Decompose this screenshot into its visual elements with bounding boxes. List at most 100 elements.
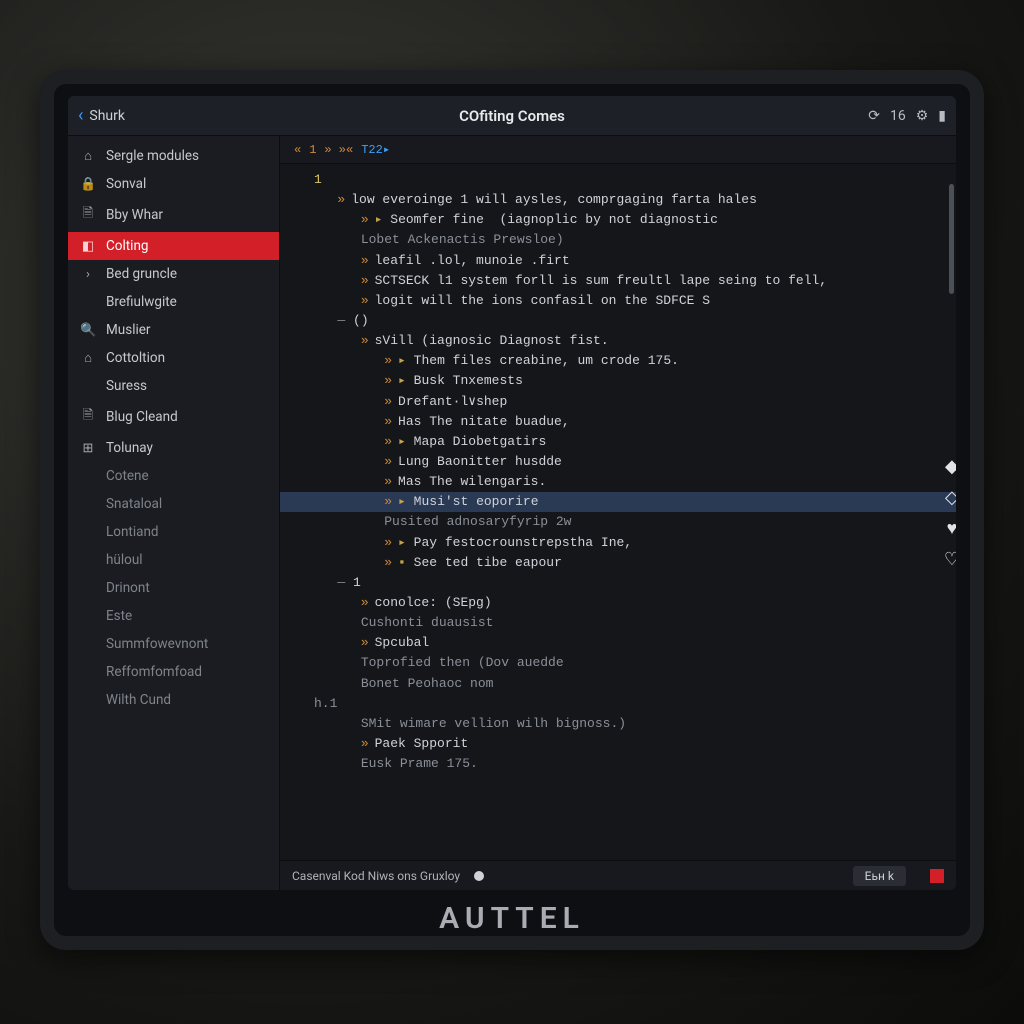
code-line[interactable]: h.1	[280, 694, 956, 714]
code-line[interactable]: »leafil .lol, munoie .firt	[280, 251, 956, 271]
sidebar-item[interactable]: Este	[68, 602, 279, 630]
code-line[interactable]: »Drefant·l∨shep	[280, 392, 956, 412]
sidebar-item[interactable]: Snataloal	[68, 490, 279, 518]
code-line[interactable]: »▸ Pay festocrounstrepstha Ine,	[280, 533, 956, 553]
code-line[interactable]: — 1	[280, 573, 956, 593]
scrollbar-thumb[interactable]	[949, 184, 954, 294]
sync-icon[interactable]: ⟳	[868, 108, 880, 124]
code-line[interactable]: »▸ Them files creabine, um crode 175.	[280, 351, 956, 371]
sidebar-item[interactable]: Reffomfomfoad	[68, 658, 279, 686]
status-dot-icon	[474, 871, 484, 881]
sidebar-item-label: Tolunay	[106, 440, 153, 456]
side-action-icon[interactable]: ◇	[944, 487, 956, 508]
sidebar-item[interactable]: Wilth Cund	[68, 686, 279, 714]
code-line[interactable]: »sVill (iagnosic Diagnost fist.	[280, 331, 956, 351]
code-line[interactable]: — ()	[280, 311, 956, 331]
device-brand: AUTTEL	[40, 901, 984, 936]
sidebar[interactable]: ⌂Sergle modules 🔒 Sonval 🗎Bby Whar ◧ Colting ›…	[68, 136, 280, 890]
status-button[interactable]: Еьн k	[853, 866, 906, 886]
sidebar-item[interactable]: › Bed gruncle	[68, 260, 279, 288]
crumb-tag[interactable]: T22▸	[361, 142, 390, 157]
code-line[interactable]: »logit will the ions confasil on the SDF…	[280, 291, 956, 311]
sidebar-item-label: Sonval	[106, 176, 146, 192]
sidebar-item[interactable]: Lontiand	[68, 518, 279, 546]
back-chevron-icon[interactable]: ‹	[78, 105, 83, 126]
sidebar-item-label: Lontiand	[106, 524, 159, 540]
side-action-icon[interactable]: ♥	[944, 518, 956, 539]
sidebar-item-icon: 🔒	[80, 177, 96, 192]
sidebar-item[interactable]: hüloul	[68, 546, 279, 574]
main-panel: « 1 » »« T22▸ 1 »low everoinge 1 will ay…	[280, 136, 956, 890]
body: ⌂Sergle modules 🔒 Sonval 🗎Bby Whar ◧ Colting ›…	[68, 136, 956, 890]
code-line[interactable]: Pusited adnosaryfyrip 2w	[280, 512, 956, 532]
code-line[interactable]: Toprofied then (Dov auedde	[280, 653, 956, 673]
sidebar-item[interactable]: ⊞ Tolunay	[68, 434, 279, 462]
crumb-index: 1	[309, 143, 316, 157]
code-line[interactable]: 1	[280, 170, 956, 190]
code-line[interactable]: Lobet Ackenactis Prewsloe)	[280, 230, 956, 250]
sidebar-item[interactable]: ◧ Colting	[68, 232, 279, 260]
sidebar-item[interactable]: 🗎Blug Cleand	[68, 400, 279, 434]
code-line[interactable]: »SCTSECK l1 system forll is sum freultl …	[280, 271, 956, 291]
screen: ‹ Shurk COfiting Comes ⟳ 16 ⚙ ▮ ⌂Sergle …	[68, 96, 956, 890]
code-line[interactable]: »conolce: (SEpg)	[280, 593, 956, 613]
code-line[interactable]: »▸ Musi'st eoporire	[280, 492, 956, 512]
sidebar-item[interactable]: Brefiulwgite	[68, 288, 279, 316]
code-line[interactable]: SMit wimare vellion wilh bignoss.)	[280, 714, 956, 734]
sidebar-item[interactable]: Summfowevnont	[68, 630, 279, 658]
crumb-arrow-icon: «	[294, 143, 301, 157]
sidebar-item-label: Suress	[106, 378, 147, 394]
back-label[interactable]: Shurk	[89, 108, 125, 124]
sidebar-item-icon: 🔍	[80, 323, 96, 338]
code-line[interactable]: »low everoinge 1 will aysles, comprgagin…	[280, 190, 956, 210]
sidebar-item[interactable]: Drinont	[68, 574, 279, 602]
code-line[interactable]: »Paek Spporit	[280, 734, 956, 754]
code-line[interactable]: Cushonti duausist	[280, 613, 956, 633]
status-text: Casenval Kod Niws ons Gruxloy	[292, 869, 460, 883]
breadcrumb: « 1 » »« T22▸	[280, 136, 956, 164]
code-line[interactable]: Eusk Prame 175.	[280, 754, 956, 774]
sidebar-item-label: Bed gruncle	[106, 266, 177, 282]
sidebar-item-icon: ◧	[80, 239, 96, 254]
code-line[interactable]: »▪ See ted tibe eapour	[280, 553, 956, 573]
code-editor[interactable]: 1 »low everoinge 1 will aysles, comprgag…	[280, 164, 956, 860]
sidebar-item[interactable]: Suress	[68, 372, 279, 400]
side-action-icon[interactable]: ◆	[944, 456, 956, 477]
gear-icon[interactable]: ⚙	[916, 108, 929, 124]
sidebar-item-label: Brefiulwgite	[106, 294, 177, 310]
code-line[interactable]: »▸ Seomfer fine (iagnoplic by not diagno…	[280, 210, 956, 230]
sidebar-item[interactable]: Cotene	[68, 462, 279, 490]
battery-icon: ▮	[938, 108, 946, 124]
clock-value: 16	[890, 108, 906, 124]
sidebar-item-label: Cotene	[106, 468, 149, 484]
sidebar-item-icon: ›	[80, 267, 96, 282]
sidebar-item-label: hüloul	[106, 552, 143, 568]
sidebar-item-label: Muslier	[106, 322, 151, 338]
device-bezel: ‹ Shurk COfiting Comes ⟳ 16 ⚙ ▮ ⌂Sergle …	[40, 70, 984, 950]
side-action-icon[interactable]: ♡	[944, 549, 956, 570]
sidebar-item-label: Cottoltion	[106, 350, 165, 366]
page-title: COfiting Comes	[68, 107, 956, 125]
sidebar-item-label: Este	[106, 608, 132, 624]
code-line[interactable]: »▸ Busk Tnxemests	[280, 371, 956, 391]
status-bar: Casenval Kod Niws ons Gruxloy Еьн k	[280, 860, 956, 890]
sidebar-item-label: Colting	[106, 238, 149, 254]
code-line[interactable]: »Mas The wilengaris.	[280, 472, 956, 492]
code-line[interactable]: »▸ Mapa Diobetgatirs	[280, 432, 956, 452]
side-actions: ◆ ◇ ♥ ♡	[944, 456, 956, 570]
sidebar-item[interactable]: 🗎Bby Whar	[68, 198, 279, 232]
stop-icon[interactable]	[930, 869, 944, 883]
sidebar-item[interactable]: 🔒 Sonval	[68, 170, 279, 198]
sidebar-item[interactable]: ⌂ Cottoltion	[68, 344, 279, 372]
sidebar-item-icon: ⊞	[80, 441, 96, 456]
sidebar-item[interactable]: 🔍 Muslier	[68, 316, 279, 344]
code-line[interactable]: »Spcubal	[280, 633, 956, 653]
crumb-arrows: » »«	[324, 143, 353, 157]
code-line[interactable]: Bonet Peohaoc nom	[280, 674, 956, 694]
sidebar-item-label: Blug Cleand	[106, 409, 178, 425]
sidebar-item-icon: ⌂	[80, 350, 96, 366]
sidebar-item-icon: 🗎	[80, 204, 96, 226]
sidebar-item[interactable]: ⌂Sergle modules	[68, 142, 279, 170]
code-line[interactable]: »Has The nitate buadue,	[280, 412, 956, 432]
code-line[interactable]: »Lung Baonitter husdde	[280, 452, 956, 472]
